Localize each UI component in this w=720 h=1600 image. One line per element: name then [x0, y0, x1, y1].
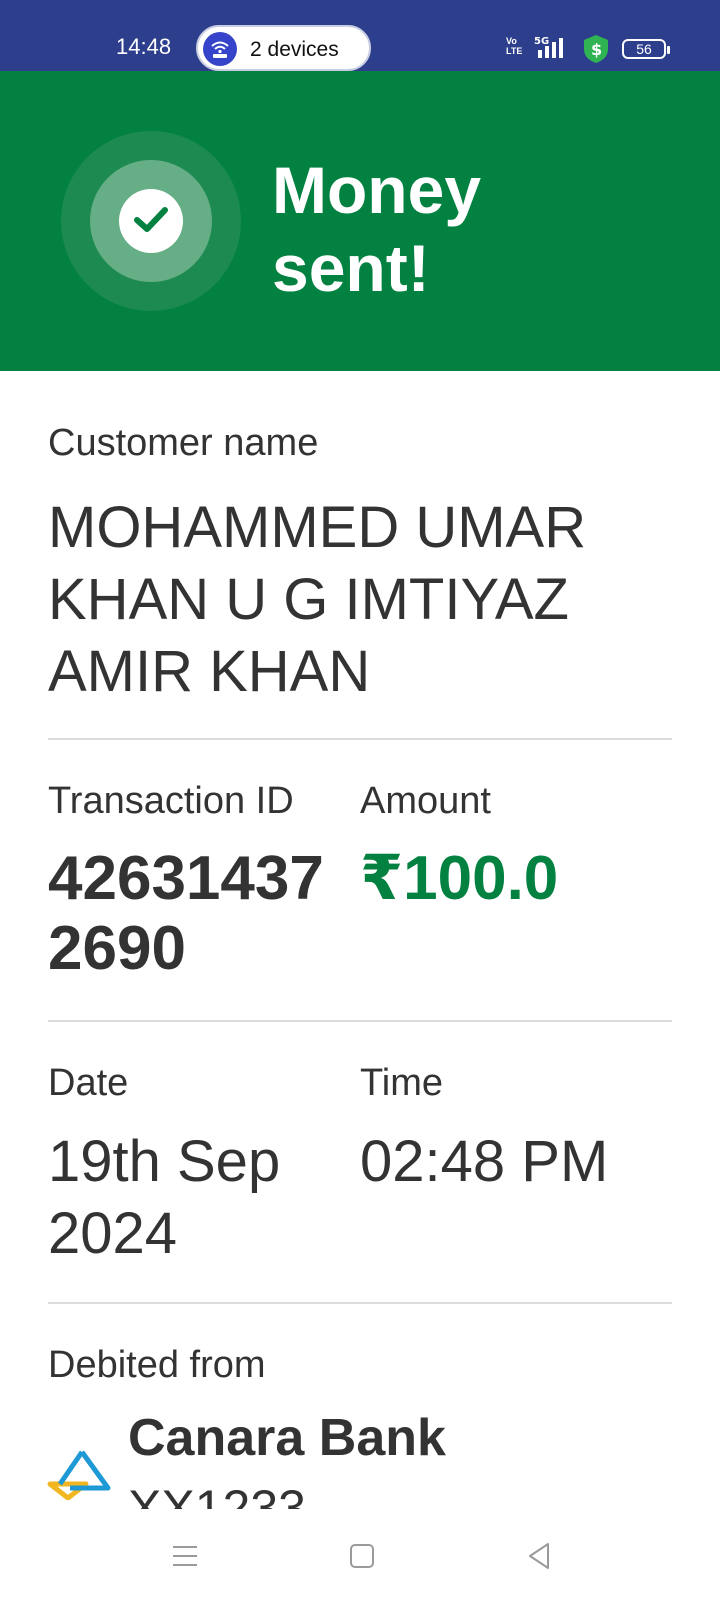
network-type-label: 5G	[534, 36, 549, 47]
volte-icon: Vo LTE	[506, 36, 523, 56]
debited-from-label: Debited from	[48, 1344, 266, 1386]
customer-name-label: Customer name	[48, 422, 319, 464]
date-label: Date	[48, 1062, 129, 1104]
battery-icon: 56	[622, 39, 670, 59]
home-icon[interactable]	[342, 1536, 382, 1576]
customer-name-value: MOHAMMED UMAR KHAN U G IMTIYAZ AMIR KHAN	[48, 495, 587, 704]
signal-5g-icon: 5G	[534, 36, 563, 58]
check-icon	[119, 189, 183, 253]
status-time: 14:48	[116, 34, 172, 59]
divider	[48, 1302, 672, 1304]
hotspot-icon	[203, 32, 237, 66]
hotspot-indicator[interactable]: 2 devices	[196, 25, 371, 71]
account-number: XX1233	[128, 1480, 306, 1509]
transaction-id-label: Transaction ID	[48, 780, 294, 822]
time-value: 02:48 PM	[360, 1129, 609, 1194]
hotspot-label: 2 devices	[250, 38, 339, 61]
amount-label: Amount	[360, 780, 491, 822]
success-banner: Money sent!	[0, 71, 720, 371]
transaction-id-value: 42631437 2690	[48, 844, 324, 983]
canara-bank-logo-icon	[47, 1450, 111, 1500]
navigation-bar	[0, 1510, 720, 1600]
divider	[48, 738, 672, 740]
status-bar: 14:48 2 devices Vo LTE 5G $ 56	[0, 0, 720, 71]
bank-name: Canara Bank	[128, 1409, 446, 1467]
svg-text:$: $	[591, 40, 602, 59]
shield-dollar-icon: $	[584, 35, 608, 63]
success-ring	[61, 131, 241, 311]
amount-value: ₹100.0	[360, 844, 559, 913]
back-icon[interactable]	[520, 1536, 560, 1576]
date-value: 19th Sep 2024	[48, 1129, 281, 1266]
menu-icon[interactable]	[165, 1536, 205, 1576]
divider	[48, 1020, 672, 1022]
time-label: Time	[360, 1062, 444, 1104]
success-title: Money sent!	[272, 153, 482, 305]
